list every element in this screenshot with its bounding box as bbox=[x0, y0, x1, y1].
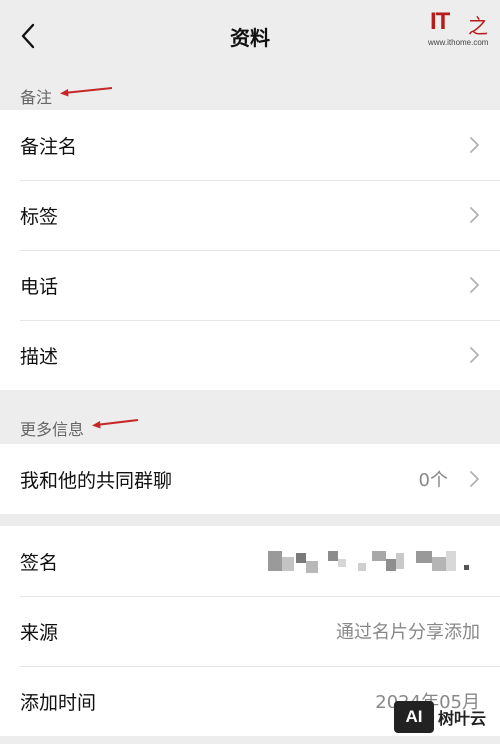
page-title: 资料 bbox=[230, 26, 270, 50]
row-tags[interactable]: 标签 bbox=[0, 180, 500, 250]
row-label: 电话 bbox=[20, 275, 59, 298]
watermark-brand: 树叶云 bbox=[438, 709, 487, 728]
shuyeyun-watermark: AI 树叶云 bbox=[394, 698, 494, 736]
row-source: 来源 通过名片分享添加 bbox=[0, 596, 500, 666]
section-label-remark: 备注 bbox=[20, 88, 53, 107]
ithome-watermark: IT 之 www.ithome.com bbox=[428, 6, 494, 48]
annotation-arrow-icon bbox=[60, 87, 113, 97]
row-label: 备注名 bbox=[20, 135, 78, 158]
chevron-right-icon bbox=[470, 471, 479, 487]
watermark-logo: IT bbox=[430, 8, 450, 35]
row-phone[interactable]: 电话 bbox=[0, 250, 500, 320]
section-label-more-info: 更多信息 bbox=[20, 420, 85, 439]
watermark-logo-char: 之 bbox=[468, 14, 488, 38]
top-bar: 资料 IT 之 www.ithome.com bbox=[0, 0, 500, 68]
row-label: 添加时间 bbox=[20, 691, 97, 714]
watermark-url: www.ithome.com bbox=[428, 38, 489, 47]
chevron-right-icon bbox=[470, 207, 479, 223]
chevron-right-icon bbox=[470, 277, 479, 293]
annotation-arrow-icon bbox=[92, 419, 139, 429]
row-label: 标签 bbox=[20, 205, 59, 228]
common-groups-count: 0个 bbox=[418, 470, 448, 491]
row-common-groups[interactable]: 我和他的共同群聊 0个 bbox=[0, 444, 500, 514]
row-label: 来源 bbox=[20, 621, 59, 644]
row-description[interactable]: 描述 bbox=[0, 320, 500, 390]
more-info-group: 我和他的共同群聊 0个 bbox=[0, 444, 500, 514]
chevron-right-icon bbox=[470, 137, 479, 153]
row-label: 描述 bbox=[20, 345, 59, 368]
watermark-ai-logo: AI bbox=[394, 701, 434, 733]
row-label: 我和他的共同群聊 bbox=[20, 469, 173, 492]
source-value: 通过名片分享添加 bbox=[336, 622, 480, 643]
remark-group: 备注名 标签 电话 描述 bbox=[0, 110, 500, 390]
row-remark-name[interactable]: 备注名 bbox=[0, 110, 500, 180]
blurred-signature bbox=[268, 549, 478, 573]
chevron-right-icon bbox=[470, 347, 479, 363]
row-signature: 签名 bbox=[0, 526, 500, 596]
row-label: 签名 bbox=[20, 551, 59, 574]
